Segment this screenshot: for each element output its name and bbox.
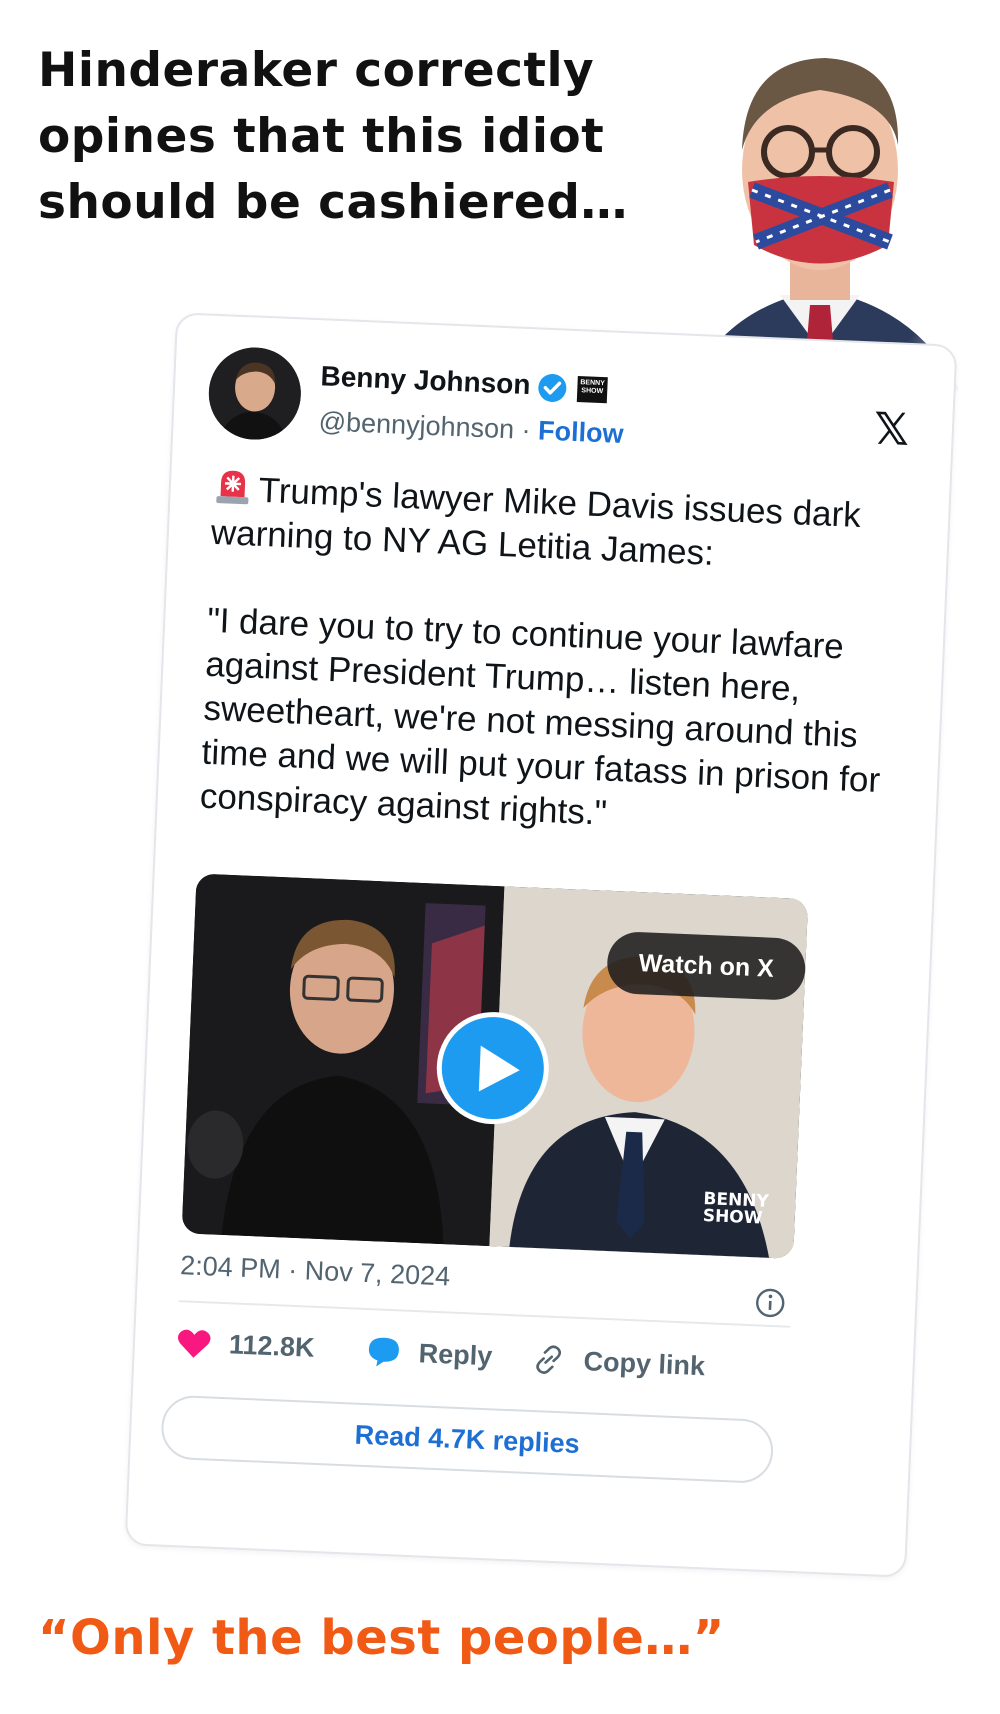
play-icon (478, 1045, 520, 1092)
verified-badge-icon (538, 373, 567, 402)
headline-line-1: Hinderaker correctly (38, 43, 595, 98)
tweet-card[interactable]: Benny Johnson BENNY SHOW @bennyjohnson · … (124, 312, 958, 1578)
headline: Hinderaker correctly opines that this id… (38, 38, 678, 236)
action-row: 112.8K Reply Copy link (176, 1327, 817, 1398)
handle-separator: · (521, 414, 532, 446)
reply-label: Reply (418, 1337, 493, 1371)
tweet-paragraph-2: "I dare you to try to continue your lawf… (199, 600, 881, 833)
author-handle: @bennyjohnson (318, 406, 515, 445)
tweet-body: Trump's lawyer Mike Davis issues dark wa… (197, 466, 913, 892)
footer-quote: “Only the best people…” (38, 1610, 725, 1666)
copy-link-button[interactable]: Copy link (531, 1342, 706, 1383)
author-avatar[interactable] (206, 345, 303, 442)
divider (178, 1300, 791, 1328)
follow-button[interactable]: Follow (538, 415, 625, 449)
watch-on-x-button[interactable]: Watch on X (606, 930, 807, 1002)
like-button[interactable]: 112.8K (176, 1327, 315, 1364)
benny-show-affiliate-icon: BENNY SHOW (576, 376, 608, 404)
watermark-line-2: SHOW (702, 1206, 763, 1229)
headline-line-3: should be cashiered… (38, 175, 628, 230)
tweet-timestamp[interactable]: 2:04 PM · Nov 7, 2024 (180, 1250, 451, 1292)
reply-bubble-icon (368, 1337, 399, 1367)
copy-link-label: Copy link (583, 1345, 706, 1381)
siren-icon (216, 470, 249, 505)
video-player[interactable]: Watch on X BENNY SHOW (181, 873, 809, 1259)
tweet-paragraph-1-text: Trump's lawyer Mike Davis issues dark wa… (210, 470, 862, 573)
read-replies-button[interactable]: Read 4.7K replies (160, 1394, 775, 1485)
handle-row: @bennyjohnson · Follow (318, 406, 624, 450)
author-name[interactable]: Benny Johnson (320, 360, 531, 401)
tweet-paragraph-1: Trump's lawyer Mike Davis issues dark wa… (210, 466, 913, 584)
info-icon[interactable] (755, 1287, 786, 1318)
like-count: 112.8K (228, 1329, 316, 1363)
benny-show-watermark: BENNY SHOW (702, 1189, 769, 1229)
x-logo-icon[interactable]: 𝕏 (873, 404, 911, 456)
heart-icon (178, 1329, 211, 1358)
reply-button[interactable]: Reply (366, 1335, 493, 1372)
headline-line-2: opines that this idiot (38, 109, 605, 164)
link-icon (536, 1345, 562, 1374)
